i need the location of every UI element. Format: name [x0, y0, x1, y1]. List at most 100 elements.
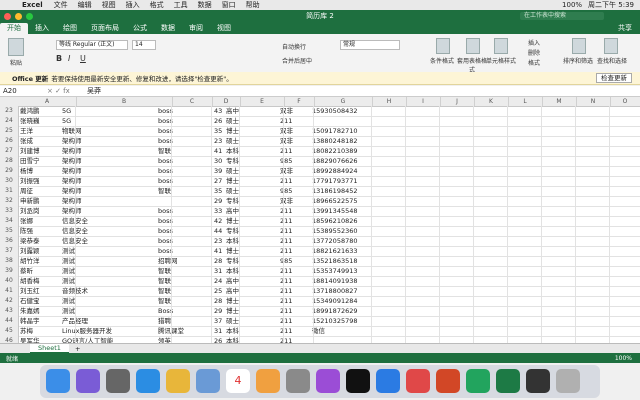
column-header[interactable]: K	[474, 97, 509, 106]
sort-filter-icon[interactable]	[572, 38, 586, 54]
row-number[interactable]: 29	[0, 166, 19, 176]
cell-a[interactable]: 王洋	[20, 126, 33, 136]
cell-f[interactable]: 211	[280, 146, 292, 156]
dock-photos-icon[interactable]	[256, 369, 280, 393]
column-header[interactable]: J	[440, 97, 475, 106]
row-number[interactable]: 33	[0, 206, 19, 216]
cell-f[interactable]: 双非	[280, 126, 293, 136]
cell-a[interactable]: 石健宝	[20, 296, 40, 306]
cell-d[interactable]: 30	[214, 156, 222, 166]
dock-settings-icon[interactable]	[286, 369, 310, 393]
conditional-format-icon[interactable]	[436, 38, 450, 54]
cell-c[interactable]: 智联	[158, 266, 171, 276]
cell-style-icon[interactable]	[494, 38, 508, 54]
cell-a[interactable]: 张娜	[20, 216, 33, 226]
cell-f[interactable]: 211	[280, 226, 292, 236]
cell-a[interactable]: 韩晶宇	[20, 316, 40, 326]
row-number[interactable]: 39	[0, 266, 19, 276]
cell-f[interactable]: 211	[280, 246, 292, 256]
row-number[interactable]: 31	[0, 186, 19, 196]
cell-g[interactable]: 13186198452	[312, 186, 358, 196]
cell-e[interactable]: 硕士	[226, 186, 239, 196]
column-header[interactable]: G	[314, 97, 373, 106]
cell-g[interactable]: 18821621633	[312, 246, 358, 256]
menu-item[interactable]: 帮助	[241, 0, 265, 10]
cell-e[interactable]: 本科	[226, 146, 239, 156]
battery-label[interactable]: 100%	[562, 1, 582, 9]
check-updates-button[interactable]: 检查更新	[596, 73, 632, 83]
cell-a[interactable]: 张晓巍	[20, 116, 40, 126]
format-as-table-icon[interactable]	[466, 38, 480, 54]
cell-f[interactable]: 211	[280, 176, 292, 186]
menu-item[interactable]: 格式	[145, 0, 169, 10]
cell-e[interactable]: 高中	[226, 206, 239, 216]
ribbon-tab[interactable]: 数据	[154, 23, 182, 34]
column-header[interactable]: N	[576, 97, 611, 106]
column-header[interactable]: M	[542, 97, 577, 106]
font-size-select[interactable]: 14	[132, 40, 156, 50]
dock-safari-icon[interactable]	[136, 369, 160, 393]
cell-b[interactable]: 测试	[62, 296, 75, 306]
cell-a[interactable]: 苏梅	[20, 326, 33, 336]
cell-e[interactable]: 专科	[226, 196, 239, 206]
cell-f[interactable]: 211	[280, 276, 292, 286]
cell-f[interactable]: 985	[280, 186, 292, 196]
dock-preview-icon[interactable]	[196, 369, 220, 393]
cell-b[interactable]: GO语言/人工智能	[62, 336, 113, 343]
row-number[interactable]: 46	[0, 336, 19, 343]
ribbon-tab[interactable]: 页面布局	[84, 23, 126, 34]
cell-g[interactable]: 13718800827	[312, 286, 358, 296]
cell-e[interactable]: 本科	[226, 336, 239, 343]
cell-b[interactable]: 架构师	[62, 196, 82, 206]
ribbon-tab[interactable]: 绘图	[56, 23, 84, 34]
cell-d[interactable]: 29	[214, 306, 222, 316]
cell-d[interactable]: 39	[214, 166, 222, 176]
number-format-select[interactable]: 常规	[340, 40, 400, 50]
cell-e[interactable]: 专科	[226, 226, 239, 236]
row-number[interactable]: 23	[0, 106, 19, 116]
cell-a[interactable]: 刘丞岗	[20, 206, 40, 216]
column-header[interactable]: E	[240, 97, 285, 106]
cell-g[interactable]: 13991345548	[312, 206, 358, 216]
row-number[interactable]: 27	[0, 146, 19, 156]
underline-button[interactable]: U	[80, 54, 86, 63]
column-header[interactable]: I	[406, 97, 441, 106]
cell-g[interactable]: 18814091938	[312, 276, 358, 286]
dock-clock-icon[interactable]	[406, 369, 430, 393]
cell-g[interactable]: 15091782710	[312, 126, 358, 136]
cell-f[interactable]: 211	[280, 266, 292, 276]
cell-f[interactable]: 985	[280, 256, 292, 266]
cell-c[interactable]: 智联	[158, 286, 171, 296]
cell-b[interactable]: 架构师	[62, 186, 82, 196]
dock-excel-icon[interactable]	[496, 369, 520, 393]
cell-e[interactable]: 专科	[226, 156, 239, 166]
column-header[interactable]: A	[18, 97, 77, 106]
cell-d[interactable]: 24	[214, 276, 222, 286]
cell-a[interactable]: 朱嘉嫣	[20, 306, 40, 316]
cell-a[interactable]: 戴鸿鹏	[20, 106, 40, 116]
app-menu[interactable]: Excel	[16, 1, 49, 9]
cell-d[interactable]: 28	[214, 256, 222, 266]
cell-f[interactable]: 985	[280, 156, 292, 166]
cell-d[interactable]: 44	[214, 226, 222, 236]
cell-e[interactable]: 本科	[226, 326, 239, 336]
column-header[interactable]: D	[212, 97, 241, 106]
menu-item[interactable]: 文件	[49, 0, 73, 10]
cell-a[interactable]: 杨博	[20, 166, 33, 176]
sheet-search-input[interactable]: 在工作表中搜索	[520, 12, 604, 20]
cell-e[interactable]: 博士	[226, 216, 239, 226]
menu-item[interactable]: 工具	[169, 0, 193, 10]
column-header[interactable]: L	[508, 97, 543, 106]
dock-quicktime-icon[interactable]	[526, 369, 550, 393]
cell-d[interactable]: 25	[214, 286, 222, 296]
cell-d[interactable]: 42	[214, 216, 222, 226]
cell-d[interactable]: 31	[214, 326, 222, 336]
cell-e[interactable]: 高中	[226, 276, 239, 286]
cell-a[interactable]: 田雪宁	[20, 156, 40, 166]
bold-button[interactable]: B	[56, 54, 62, 63]
cell-b[interactable]: 测试	[62, 266, 75, 276]
cell-b[interactable]: 测试	[62, 306, 75, 316]
cell-a[interactable]: 胡竹洋	[20, 256, 40, 266]
cell-g[interactable]: 18082210389	[312, 146, 358, 156]
dock-trash-icon[interactable]	[556, 369, 580, 393]
